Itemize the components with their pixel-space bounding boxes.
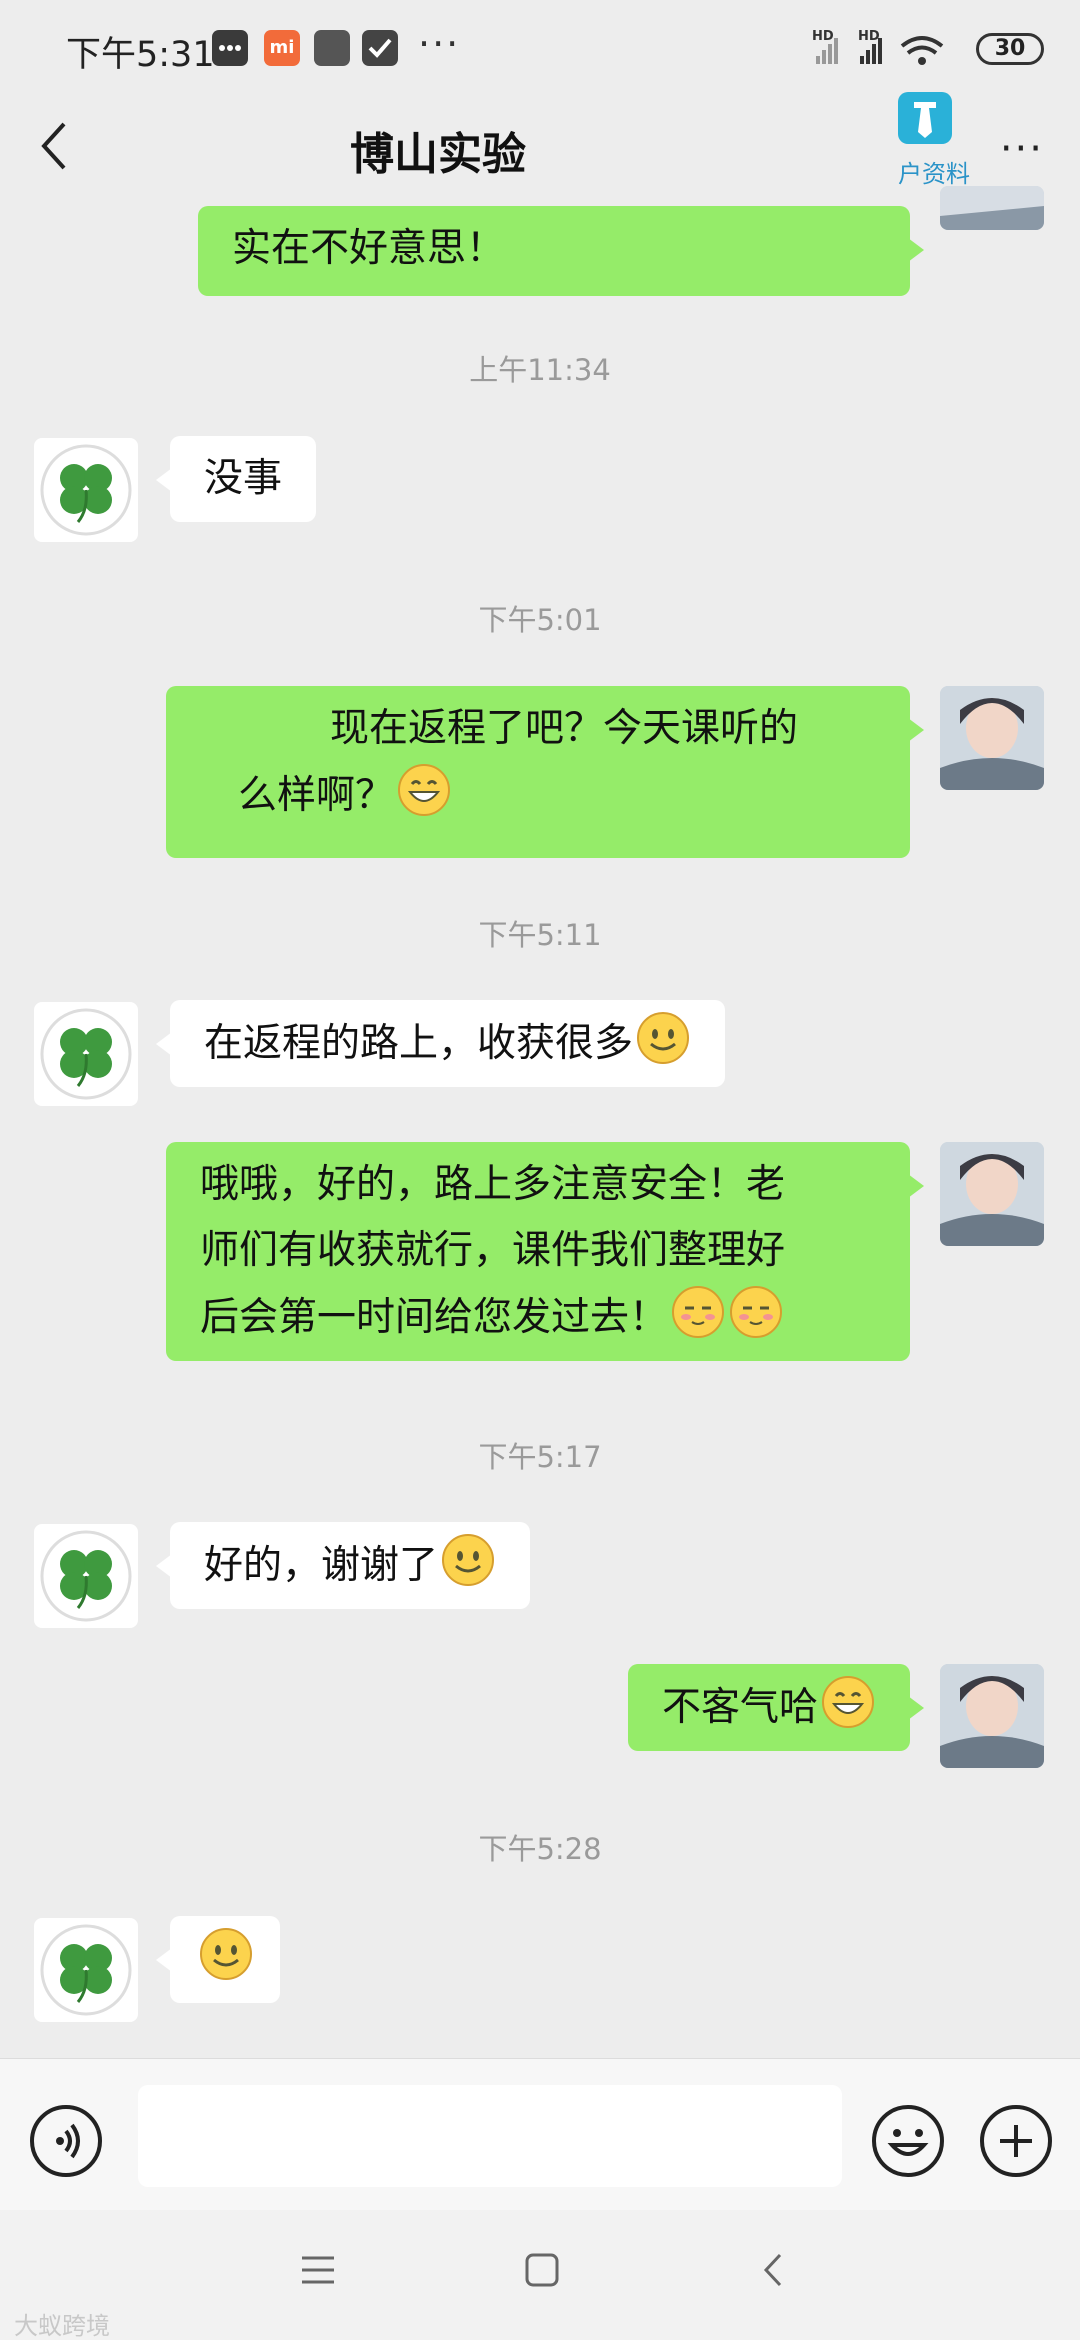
message-bubble-outgoing[interactable]: 实在不好意思！ [198,206,924,296]
timestamp: 下午5:01 [478,603,602,637]
nav-back-icon[interactable] [754,2250,794,2290]
message-bubble-incoming[interactable]: 没事 [155,436,317,522]
timestamp: 下午5:17 [478,1440,602,1474]
timestamp: 上午11:34 [469,353,611,387]
emoji-icon[interactable] [870,2103,946,2179]
timestamp: 下午5:11 [478,918,602,952]
store-icon [314,30,350,66]
shy-emoji-icon [730,1286,783,1338]
task-check-icon [362,30,398,66]
message-bubble-outgoing[interactable]: 哦哦，好的，路上多注意安全！老 师们有收获就行，课件我们整理好 后会第一时间给您… [166,1142,924,1361]
message-text-line: 现在返程了吧？今天课听的 [330,706,799,751]
status-more-icon: ··· [418,22,461,66]
message-text: 不客气哈 [661,1685,818,1730]
avatar-clover [34,1524,138,1628]
message-text: 在返程的路上，收获很多 [204,1021,634,1066]
avatar-self [940,1664,1044,1768]
message-bubble-outgoing[interactable]: 不客气哈 [627,1664,925,1751]
message-text: 实在不好意思！ [232,226,506,271]
smile-emoji-icon [200,1928,252,1980]
shy-emoji-icon [672,1286,725,1338]
avatar-self [940,186,1044,230]
message-text-line: 哦哦，好的，路上多注意安全！老 [200,1162,786,1207]
message-text: 没事 [204,456,283,501]
smile-emoji-icon [442,1534,495,1586]
menu-icon[interactable] [298,2250,338,2290]
signal-icons: HD HD [812,29,944,65]
grin-emoji-icon [398,764,451,816]
message-bubble-outgoing[interactable]: 现在返程了吧？今天课听的 么样啊？ [166,686,924,858]
message-text-line: 后会第一时间给您发过去！ [200,1295,669,1340]
smile-emoji-icon [637,1012,690,1064]
battery-indicator: 30 [976,33,1044,65]
avatar-clover [34,1002,138,1106]
watermark: 大蚁跨境 [14,2312,110,2340]
message-input[interactable] [138,2085,842,2187]
grin-emoji-icon [822,1676,874,1728]
profile-label: 户资料 [898,160,970,188]
avatar-self [940,1142,1044,1246]
timestamp: 下午5:28 [478,1832,602,1866]
message-text-line: 师们有收获就行，课件我们整理好 [200,1228,786,1273]
avatar-self [940,686,1044,790]
message-bubble-incoming[interactable]: 在返程的路上，收获很多 [155,1000,726,1087]
status-bar: 下午5:31 mi ··· HD HD 30 [0,0,1080,96]
message-text: 好的，谢谢了 [204,1543,439,1588]
home-icon[interactable] [522,2250,562,2290]
hd-label-2: HD [858,29,880,44]
system-nav-bar: 大蚁跨境 [0,2210,1080,2340]
chat-title: 博山实验 [350,129,526,180]
hd-label-1: HD [812,29,834,44]
avatar-clover [34,438,138,542]
status-time: 下午5:31 [66,35,215,75]
message-text-line: 么样啊？ [238,773,395,818]
avatar-clover [34,1918,138,2022]
customer-profile-button[interactable]: 户资料 [892,92,982,192]
message-bubble-incoming[interactable]: 好的，谢谢了 [155,1522,531,1609]
chat-header: 博山实验 户资料 ··· [0,92,1080,196]
plus-icon[interactable] [978,2103,1054,2179]
voice-icon[interactable] [28,2103,104,2179]
mi-app-icon: mi [264,30,300,66]
more-icon[interactable]: ··· [1000,126,1044,172]
back-arrow-icon[interactable] [36,120,72,172]
message-notification-icon [212,30,248,66]
input-bar [0,2058,1080,2210]
message-bubble-incoming[interactable] [156,1916,280,2003]
tie-icon [898,92,952,144]
